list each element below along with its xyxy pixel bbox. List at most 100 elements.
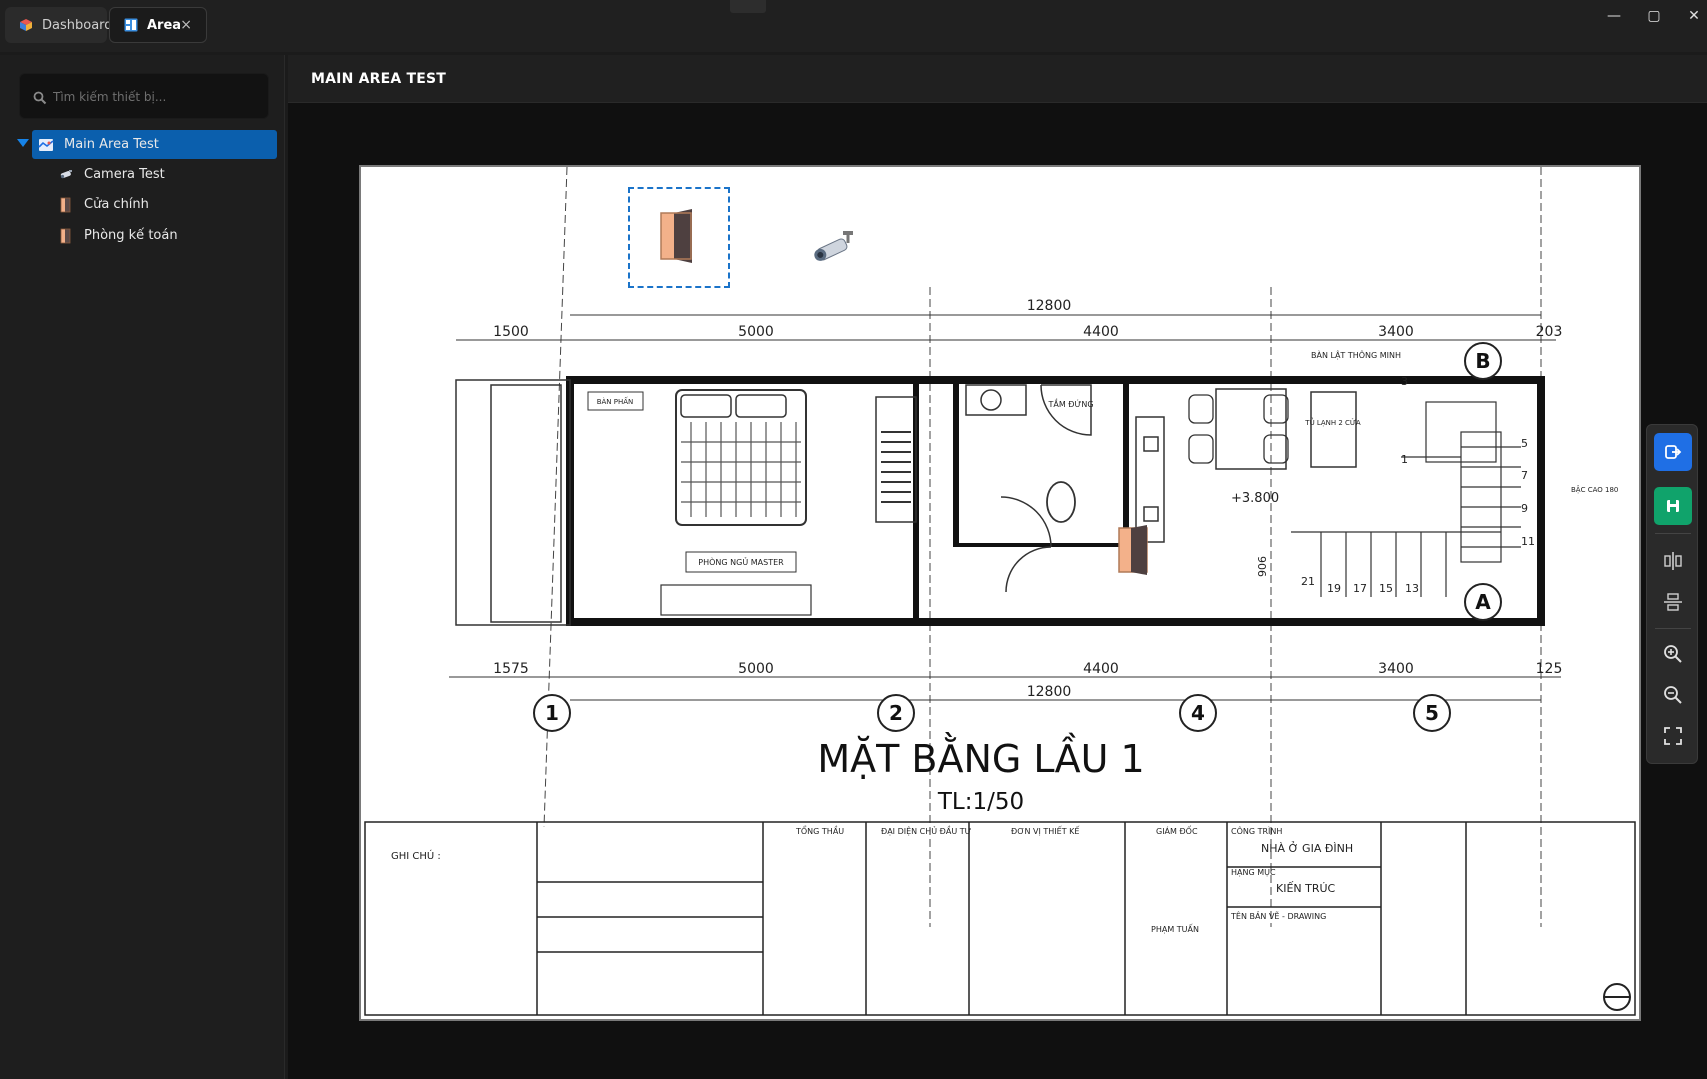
label-tam-dung: TẮM ĐỨNG xyxy=(1047,397,1093,409)
device-marker-camera[interactable] xyxy=(809,227,859,267)
align-vertical-icon xyxy=(1664,552,1682,570)
zoom-in-icon xyxy=(1664,645,1682,663)
map-toolbar xyxy=(1646,424,1698,764)
align-vertical-button[interactable] xyxy=(1654,542,1692,580)
floorplan-drawing: 12800 1500 5000 4400 3400 203 1575 5000 … xyxy=(364,167,1636,1016)
grid-label: 2 xyxy=(889,701,903,725)
label-ban-phan: BÀN PHẤN xyxy=(597,396,634,406)
expand-caret-icon[interactable] xyxy=(17,139,29,147)
tree-item-label: Main Area Test xyxy=(64,137,159,152)
stair-num: 7 xyxy=(1521,469,1528,482)
search-input[interactable] xyxy=(53,84,263,110)
tab-area[interactable]: Area × xyxy=(109,7,207,43)
label-906: 906 xyxy=(1256,556,1269,577)
stair-num: 15 xyxy=(1379,582,1393,595)
dim-top-4: 3400 xyxy=(1378,324,1414,340)
tree-item-label: Cửa chính xyxy=(84,197,149,212)
close-icon[interactable]: × xyxy=(180,17,192,33)
stair-num: 1 xyxy=(1401,453,1408,466)
dim-bottom-2: 5000 xyxy=(738,661,774,677)
device-marker-door[interactable] xyxy=(1113,525,1153,575)
stair-num: 9 xyxy=(1521,502,1528,515)
tb-hang-muc-label: HẠNG MỤC xyxy=(1231,868,1276,878)
zoom-out-button[interactable] xyxy=(1654,676,1692,714)
drawing-scale: TL:1/50 xyxy=(937,789,1024,815)
tree-item-cua-chinh[interactable]: Cửa chính xyxy=(58,190,278,219)
minimize-button[interactable]: — xyxy=(1602,5,1626,27)
tab-label: Area xyxy=(147,17,182,33)
fit-screen-button[interactable] xyxy=(1654,717,1692,755)
tb-hang-muc: KIẾN TRÚC xyxy=(1276,881,1336,895)
door-icon xyxy=(58,228,74,244)
title-bar: Dashboard Area × — ▢ ✕ xyxy=(0,0,1707,52)
area-map-icon xyxy=(38,137,54,153)
tree-item-phong-ke-toan[interactable]: Phòng kế toán xyxy=(58,221,278,250)
camera-icon xyxy=(58,167,74,183)
tree-item-label: Camera Test xyxy=(84,167,165,182)
tb-ghi-chu: GHI CHÚ : xyxy=(391,849,441,862)
toolbar-divider xyxy=(1655,628,1691,629)
door-icon xyxy=(58,197,74,213)
dim-bottom-5: 125 xyxy=(1536,661,1563,677)
label-level: +3.800 xyxy=(1231,491,1279,506)
sidebar: Main Area Test Camera Test Cửa chính Phò… xyxy=(0,55,285,1079)
floorplan-canvas[interactable]: 12800 1500 5000 4400 3400 203 1575 5000 … xyxy=(359,165,1641,1021)
app-window: Dashboard Area × — ▢ ✕ Main Area Test xyxy=(0,0,1707,1079)
save-button[interactable] xyxy=(1654,487,1692,525)
main-header: MAIN AREA TEST xyxy=(288,55,1707,103)
label-bac-cao: BẬC CAO 180 xyxy=(1571,485,1618,494)
tb-don-vi: ĐƠN VỊ THIẾT KẾ xyxy=(1011,825,1080,837)
drag-handle[interactable] xyxy=(730,0,766,13)
align-horizontal-button[interactable] xyxy=(1654,583,1692,621)
dim-bottom-total: 12800 xyxy=(1027,684,1072,700)
dim-top-5: 203 xyxy=(1536,324,1563,340)
export-icon xyxy=(1665,445,1682,459)
tb-ten-ban-ve: TÊN BẢN VẼ - DRAWING xyxy=(1230,910,1326,921)
tb-tong-thau: TỔNG THẦU xyxy=(795,824,844,836)
dim-top-1: 1500 xyxy=(493,324,529,340)
tb-cong-trinh-label: CÔNG TRÌNH xyxy=(1231,825,1282,836)
zoom-in-button[interactable] xyxy=(1654,635,1692,673)
dim-top-total: 12800 xyxy=(1027,298,1072,314)
device-marker-door-selected[interactable] xyxy=(628,187,730,288)
door-icon xyxy=(660,209,692,263)
dim-top-3: 4400 xyxy=(1083,324,1119,340)
close-window-button[interactable]: ✕ xyxy=(1682,5,1706,27)
export-button[interactable] xyxy=(1654,433,1692,471)
camera-icon xyxy=(814,231,853,261)
stair-num: 13 xyxy=(1405,582,1419,595)
align-horizontal-icon xyxy=(1664,593,1682,611)
main-panel: MAIN AREA TEST 12800 1500 5000 4400 3400… xyxy=(288,55,1707,1079)
cube-icon xyxy=(19,18,33,32)
tab-label: Dashboard xyxy=(42,17,113,33)
stair-num: 3 xyxy=(1401,375,1408,388)
door-icon xyxy=(1118,525,1148,575)
tb-ky-ten: PHẠM TUẤN xyxy=(1151,923,1199,935)
dim-bottom-1: 1575 xyxy=(493,661,529,677)
zoom-out-icon xyxy=(1664,686,1682,704)
grid-label: 4 xyxy=(1191,701,1205,725)
save-icon xyxy=(1667,500,1679,512)
dim-bottom-3: 4400 xyxy=(1083,661,1119,677)
tree-item-main-area-test[interactable]: Main Area Test xyxy=(32,130,277,159)
page-title: MAIN AREA TEST xyxy=(311,71,447,87)
stair-num: 21 xyxy=(1301,575,1315,588)
drawing-title: MẶT BẰNG LẦU 1 xyxy=(817,733,1144,781)
tab-dashboard[interactable]: Dashboard xyxy=(5,7,113,43)
toolbar-divider xyxy=(1655,533,1691,534)
tb-dai-dien: ĐẠI DIỆN CHỦ ĐẦU TƯ xyxy=(881,824,972,837)
tb-giam-doc: GIÁM ĐỐC xyxy=(1156,824,1198,836)
dim-top-2: 5000 xyxy=(738,324,774,340)
tree-item-label: Phòng kế toán xyxy=(84,228,178,243)
label-tu-lanh: TỦ LẠNH 2 CỬA xyxy=(1304,417,1361,427)
stair-num: 19 xyxy=(1327,582,1341,595)
tree-item-camera-test[interactable]: Camera Test xyxy=(58,160,278,189)
floorplan-icon xyxy=(124,18,138,32)
stair-num: 11 xyxy=(1521,535,1535,548)
maximize-button[interactable]: ▢ xyxy=(1642,5,1666,27)
label-ban-lat: BÀN LẬT THÔNG MINH xyxy=(1311,349,1401,361)
search-box xyxy=(19,73,269,119)
dim-bottom-4: 3400 xyxy=(1378,661,1414,677)
stair-num: 17 xyxy=(1353,582,1367,595)
fit-screen-icon xyxy=(1664,727,1682,745)
